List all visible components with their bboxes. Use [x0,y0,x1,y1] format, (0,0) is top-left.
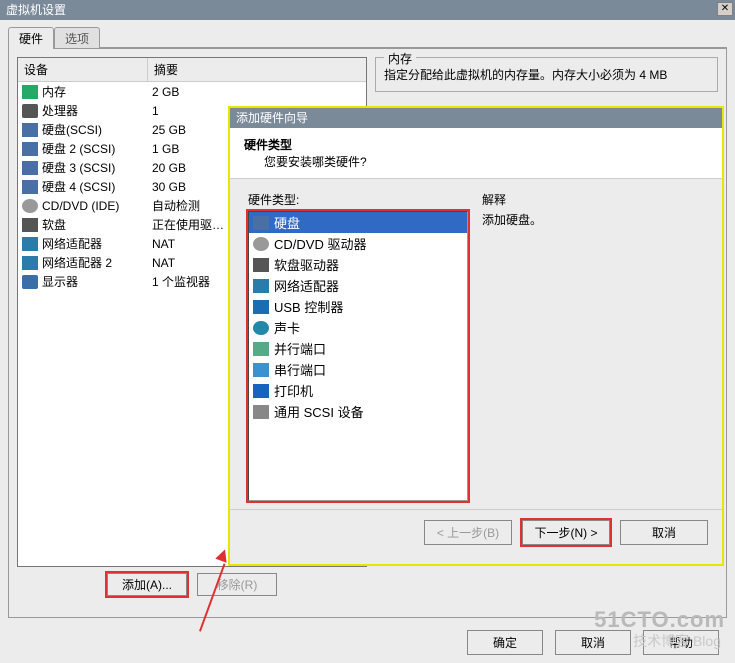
tab-divider [100,26,727,48]
col-summary: 摘要 [148,58,366,81]
hardware-list-header: 设备 摘要 [18,58,366,82]
device-icon [22,104,38,118]
device-icon [22,85,38,99]
hardware-type-item[interactable]: 打印机 [249,380,467,401]
explanation-text: 添加硬盘。 [482,211,704,228]
type-icon [253,321,269,335]
explanation-label: 解释 [482,191,704,208]
next-button[interactable]: 下一步(N) > [522,520,610,545]
device-name: 软盘 [42,216,152,233]
type-label: 并行端口 [274,339,326,358]
device-icon [22,218,38,232]
type-label: 声卡 [274,318,300,337]
device-icon [22,275,38,289]
device-name: CD/DVD (IDE) [42,199,152,213]
hardware-row[interactable]: 内存2 GB [18,82,366,101]
hardware-type-item[interactable]: 软盘驱动器 [249,254,467,275]
wizard-header: 硬件类型 您要安装哪类硬件? [230,128,722,179]
type-label: 硬盘 [274,213,300,232]
col-device: 设备 [18,58,148,81]
outer-title-text: 虚拟机设置 [6,3,66,17]
wizard-title-text: 添加硬件向导 [236,111,308,125]
tab-hardware[interactable]: 硬件 [8,27,54,49]
type-icon [253,363,269,377]
type-label: 通用 SCSI 设备 [274,402,364,421]
wizard-header-sub: 您要安装哪类硬件? [264,153,367,170]
device-name: 内存 [42,83,152,100]
type-label: 软盘驱动器 [274,255,339,274]
type-label: CD/DVD 驱动器 [274,234,366,253]
device-icon [22,161,38,175]
type-icon [253,300,269,314]
device-icon [22,256,38,270]
type-label: 串行端口 [274,360,326,379]
tab-options[interactable]: 选项 [54,27,100,49]
memory-group-text: 指定分配给此虚拟机的内存量。内存大小必须为 4 MB [384,66,709,83]
device-icon [22,180,38,194]
device-name: 硬盘 4 (SCSI) [42,178,152,195]
hardware-type-item[interactable]: USB 控制器 [249,296,467,317]
device-name: 网络适配器 [42,235,152,252]
device-name: 网络适配器 2 [42,254,152,271]
device-name: 处理器 [42,102,152,119]
memory-group-title: 内存 [384,50,416,67]
device-name: 硬盘(SCSI) [42,121,152,138]
device-name: 硬盘 2 (SCSI) [42,140,152,157]
help-button[interactable]: 帮助 [643,630,719,655]
wizard-header-bold: 硬件类型 [244,138,292,152]
cancel-button[interactable]: 取消 [555,630,631,655]
device-icon [22,237,38,251]
back-button: < 上一步(B) [424,520,512,545]
device-icon [22,123,38,137]
hardware-type-item[interactable]: 串行端口 [249,359,467,380]
type-icon [253,237,269,251]
type-icon [253,258,269,272]
hardware-type-item[interactable]: 网络适配器 [249,275,467,296]
memory-group: 内存 指定分配给此虚拟机的内存量。内存大小必须为 4 MB [375,57,718,92]
add-hardware-wizard: 添加硬件向导 硬件类型 您要安装哪类硬件? 硬件类型: 硬盘 CD/DVD 驱动器… [228,106,724,566]
hardware-type-item[interactable]: 通用 SCSI 设备 [249,401,467,422]
type-label: 打印机 [274,381,313,400]
hardware-type-list[interactable]: 硬盘 CD/DVD 驱动器软盘驱动器网络适配器 USB 控制器声卡并行端口串行端口打… [248,211,468,501]
hardware-type-item[interactable]: 并行端口 [249,338,467,359]
device-icon [22,142,38,156]
device-name: 显示器 [42,273,152,290]
type-label: USB 控制器 [274,297,343,316]
add-hardware-button[interactable]: 添加(A)... [107,573,187,596]
tabs: 硬件 选项 [8,26,727,48]
type-icon [253,405,269,419]
hardware-type-item[interactable]: 声卡 [249,317,467,338]
wizard-cancel-button[interactable]: 取消 [620,520,708,545]
close-icon[interactable]: ✕ [717,2,733,16]
type-icon [253,279,269,293]
hardware-type-label: 硬件类型: [248,191,468,208]
wizard-titlebar: 添加硬件向导 [230,108,722,128]
hardware-type-item[interactable]: CD/DVD 驱动器 [249,233,467,254]
type-label: 网络适配器 [274,276,339,295]
ok-button[interactable]: 确定 [467,630,543,655]
device-icon [22,199,38,213]
device-summary: 2 GB [152,85,362,99]
device-name: 硬盘 3 (SCSI) [42,159,152,176]
type-icon [253,342,269,356]
hardware-type-item[interactable]: 硬盘 [249,212,467,233]
outer-titlebar: 虚拟机设置 ✕ [0,0,735,20]
type-icon [253,384,269,398]
remove-hardware-button: 移除(R) [197,573,277,596]
type-icon [253,216,269,230]
